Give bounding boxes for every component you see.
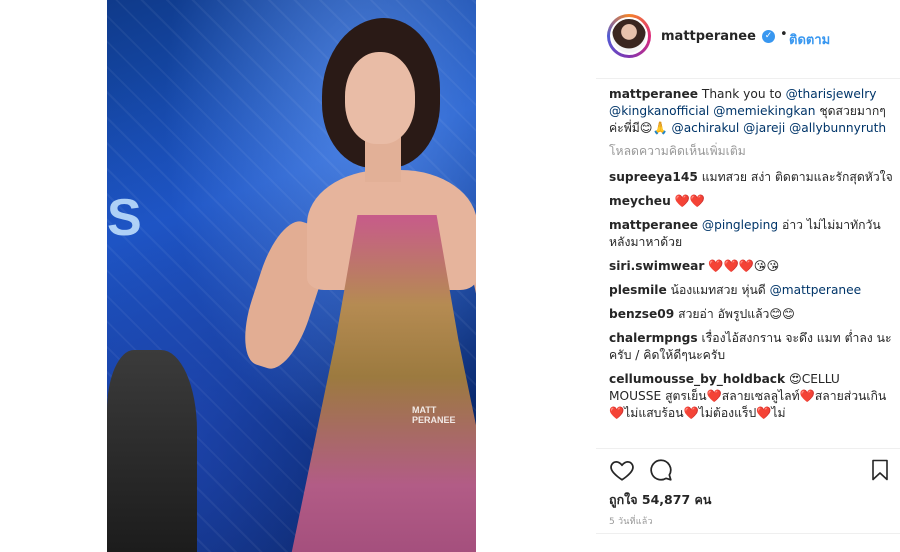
mention-link[interactable]: @memiekingkan — [713, 104, 815, 118]
follow-button[interactable]: ติดตาม — [789, 29, 830, 50]
comment-row: benzse09 สวยอ่า อัพรูปแล้ว😊😊 — [609, 306, 894, 323]
mention-link[interactable]: @achirakul — [672, 121, 740, 135]
comment-row: siri.swimwear ❤️❤️❤️😘😘 — [609, 258, 894, 275]
mention-link[interactable]: @tharisjewelry — [786, 87, 877, 101]
comment-row: mattperanee @pingleping อ่าว ไม่ไม่มาทัก… — [609, 217, 894, 251]
load-more-comments-button[interactable]: โหลดความคิดเห็นเพิ่มเติม — [609, 143, 894, 160]
comment-username[interactable]: plesmile — [609, 283, 667, 297]
post-username[interactable]: mattperanee — [661, 29, 756, 44]
post-side-panel: mattperanee ✓ • ติดตาม mattperanee Thank… — [596, 0, 900, 552]
heart-icon[interactable] — [609, 457, 635, 483]
avatar[interactable] — [610, 17, 648, 55]
comment-row: cellumousse_by_holdback 😍CELLU MOUSSE สู… — [609, 371, 894, 422]
mention-link[interactable]: @allybunnyruth — [789, 121, 886, 135]
comments-list[interactable]: mattperanee Thank you to @tharisjewelry … — [609, 86, 894, 444]
post-caption: mattperanee Thank you to @tharisjewelry … — [609, 86, 894, 137]
comment-row: chalermpngs เรื่องไอ้สงกราน จะดึง แมท ต่… — [609, 330, 894, 364]
comment-text: ❤️❤️❤️😘😘 — [708, 259, 780, 273]
action-bar — [596, 448, 900, 489]
comment-row: meycheu ❤️❤️ — [609, 193, 894, 210]
comment-username[interactable]: supreeya145 — [609, 170, 698, 184]
verified-icon: ✓ — [762, 30, 775, 43]
photo-watermark: MATT PERANEE — [412, 405, 456, 425]
separator-dot: • — [780, 27, 788, 42]
mention-link[interactable]: @jareji — [743, 121, 785, 135]
photo-figure-left — [107, 350, 197, 552]
comment-username[interactable]: mattperanee — [609, 218, 698, 232]
comment-username[interactable]: cellumousse_by_holdback — [609, 372, 785, 386]
photo-face — [345, 52, 415, 144]
comment-text: ❤️❤️ — [674, 194, 705, 208]
caption-username[interactable]: mattperanee — [609, 87, 698, 101]
comment-username[interactable]: meycheu — [609, 194, 671, 208]
comment-row: plesmile น้องแมทสวย หุ่นดี @mattperanee — [609, 282, 894, 299]
stage-letter: S — [107, 189, 142, 247]
comment-username[interactable]: chalermpngs — [609, 331, 698, 345]
mention-link[interactable]: @kingkanofficial — [609, 104, 709, 118]
comment-text: สวยอ่า อัพรูปแล้ว😊😊 — [678, 307, 795, 321]
comment-icon[interactable] — [648, 457, 674, 483]
comment-username[interactable]: benzse09 — [609, 307, 674, 321]
comment-row: supreeya145 แมทสวย สง่า ติดตามและรักสุดห… — [609, 169, 894, 186]
post-photo[interactable]: S MATT PERANEE — [107, 0, 476, 552]
comment-text: Thank you to — [701, 87, 786, 101]
comment-username[interactable]: siri.swimwear — [609, 259, 704, 273]
post-timestamp[interactable]: 5 วันที่แล้ว — [609, 514, 653, 528]
comment-text: แมทสวย สง่า ติดตามและรักสุดหัวใจ — [701, 170, 893, 184]
post-header: mattperanee ✓ • ติดตาม — [596, 0, 900, 79]
mention-link[interactable]: @mattperanee — [770, 283, 862, 297]
like-count[interactable]: ถูกใจ 54,877 คน — [609, 490, 711, 510]
mention-link[interactable]: @pingleping — [702, 218, 778, 232]
divider — [596, 533, 900, 534]
bookmark-icon[interactable] — [868, 457, 892, 483]
comment-text: น้องแมทสวย หุ่นดี — [670, 283, 770, 297]
